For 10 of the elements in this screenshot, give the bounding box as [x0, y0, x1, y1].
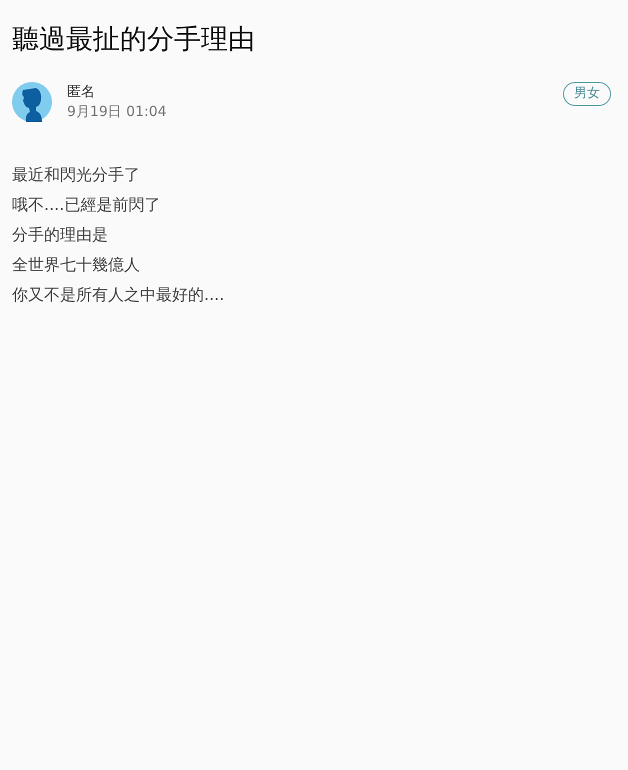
body-line: 你又不是所有人之中最好的.... — [12, 284, 226, 306]
author-name: 匿名 — [67, 83, 96, 102]
body-line: 分手的理由是 — [12, 224, 109, 246]
post-title: 聽過最扯的分手理由 — [12, 23, 256, 57]
body-line: 全世界七十幾億人 — [12, 254, 141, 276]
body-line: 最近和閃光分手了 — [12, 164, 141, 186]
body-line: 哦不....已經是前閃了 — [12, 194, 162, 216]
post-time: 9月19日 01:04 — [67, 103, 167, 122]
avatar-icon — [12, 82, 52, 122]
category-tag[interactable]: 男女 — [563, 82, 611, 106]
